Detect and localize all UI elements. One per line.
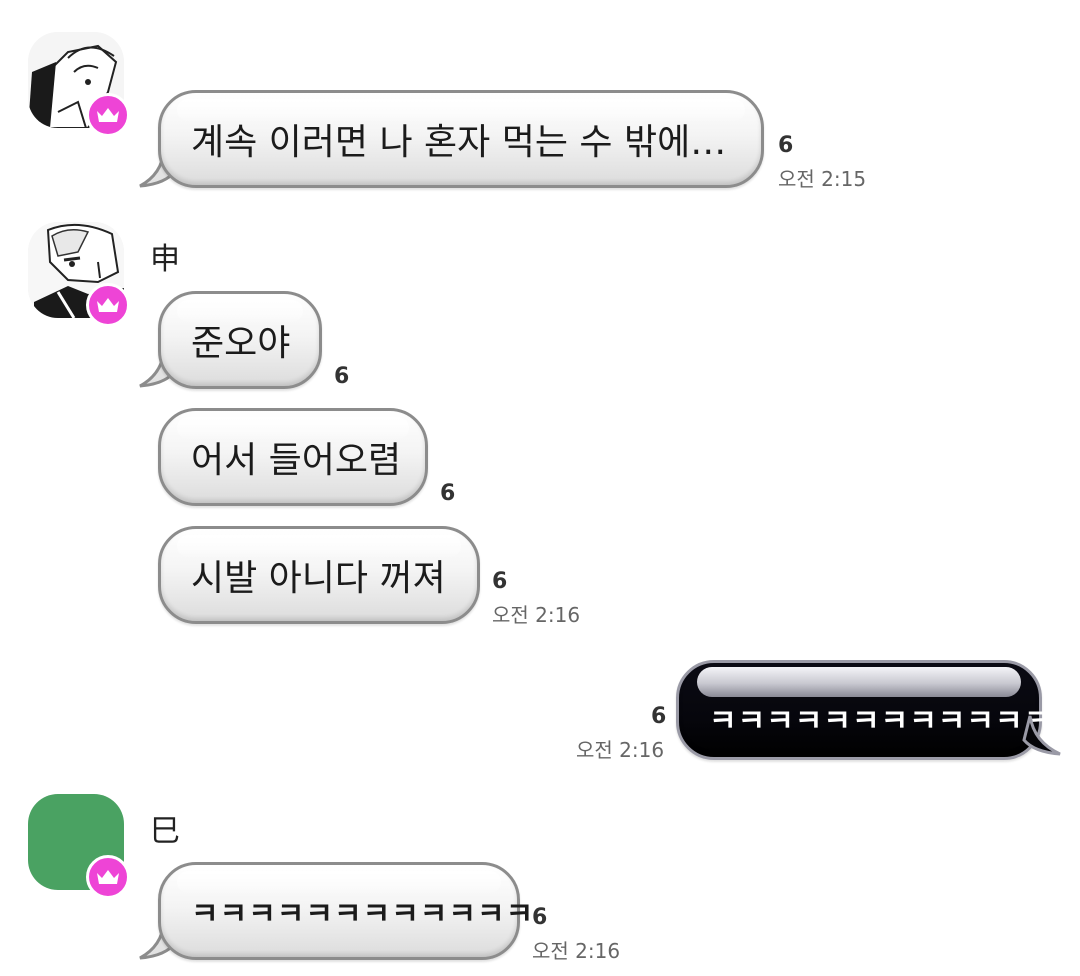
read-count: 6 — [532, 905, 548, 930]
read-count: 6 — [651, 704, 667, 729]
message-bubble[interactable]: 어서 들어오렴 — [158, 408, 428, 506]
message-bubble[interactable]: 계속 이러면 나 혼자 먹는 수 밖에… — [158, 90, 764, 188]
timestamp: 오전 2:16 — [576, 738, 665, 762]
read-count: 6 — [334, 364, 350, 389]
sender-name: 申 — [150, 242, 180, 277]
message-text: 시발 아니다 꺼져 — [191, 558, 446, 599]
bubble-gloss — [697, 667, 1021, 697]
crown-badge — [86, 283, 130, 327]
crown-badge — [86, 855, 130, 899]
read-count: 6 — [778, 133, 794, 158]
message-bubble[interactable]: 준오야 — [158, 291, 322, 389]
crown-badge — [86, 93, 130, 137]
crown-icon — [97, 108, 119, 122]
message-text: 준오야 — [191, 323, 291, 364]
crown-icon — [97, 870, 119, 884]
sender-name: 巳 — [150, 814, 180, 849]
message-text: ㅋㅋㅋㅋㅋㅋㅋㅋㅋㅋㅋㅋ — [191, 897, 535, 932]
read-count: 6 — [492, 569, 508, 594]
timestamp: 오전 2:16 — [532, 939, 621, 963]
message-text: 계속 이러면 나 혼자 먹는 수 밖에… — [191, 122, 727, 163]
message-text: ㅋㅋㅋㅋㅋㅋㅋㅋㅋㅋㅋㅋ — [709, 704, 1053, 739]
message-text: 어서 들어오렴 — [191, 440, 402, 481]
read-count: 6 — [440, 481, 456, 506]
timestamp: 오전 2:16 — [492, 603, 581, 627]
bubble-tail — [1022, 715, 1061, 756]
message-bubble[interactable]: ㅋㅋㅋㅋㅋㅋㅋㅋㅋㅋㅋㅋ — [158, 862, 533, 960]
message-bubble-sent[interactable]: ㅋㅋㅋㅋㅋㅋㅋㅋㅋㅋㅋㅋ — [676, 660, 1051, 760]
message-bubble[interactable]: 시발 아니다 꺼져 — [158, 526, 480, 624]
timestamp: 오전 2:15 — [778, 167, 867, 191]
crown-icon — [97, 298, 119, 312]
